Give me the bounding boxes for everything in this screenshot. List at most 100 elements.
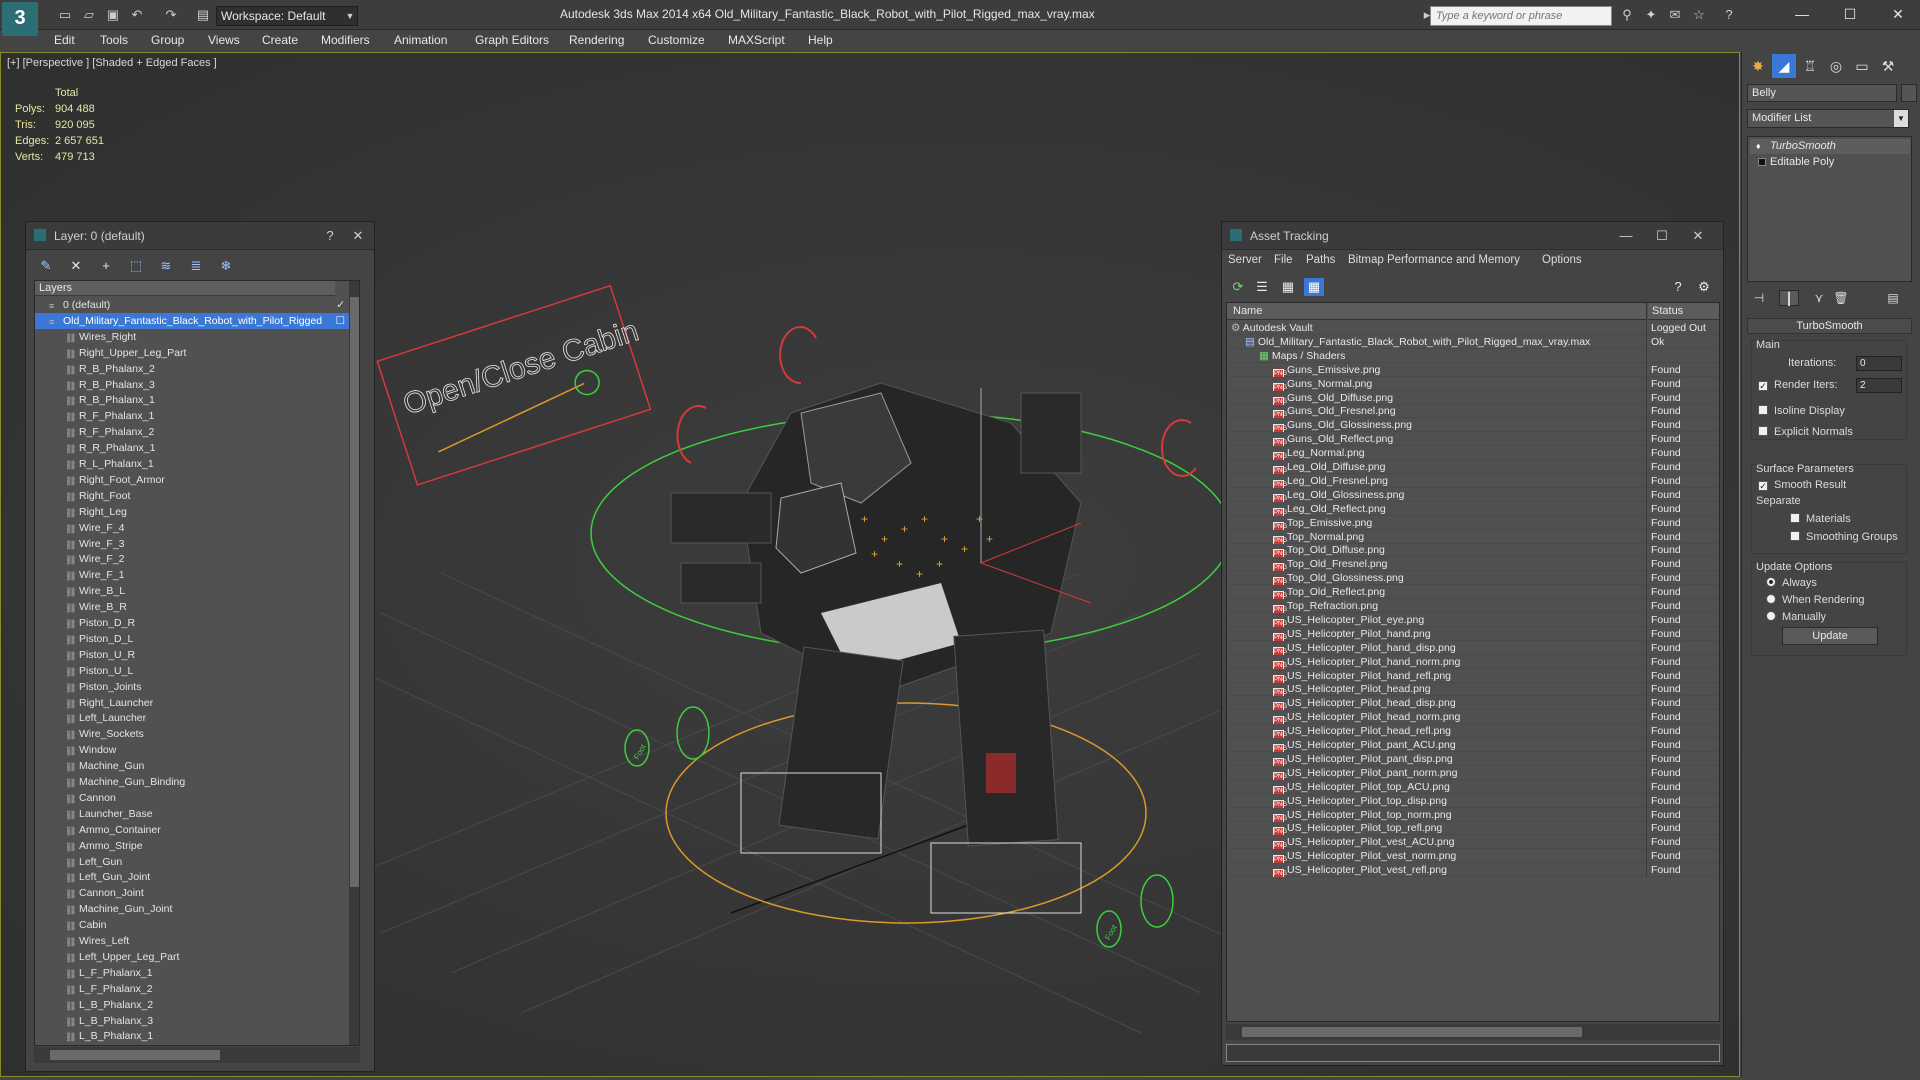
render-iters-spinner[interactable]: 2 xyxy=(1856,378,1902,393)
layer-object-item[interactable]: ⛓ L_B_Phalanx_1 xyxy=(35,1028,349,1044)
asset-row[interactable]: PNGUS_Helicopter_Pilot_head.png Found xyxy=(1227,682,1719,697)
asset-row[interactable]: PNGUS_Helicopter_Pilot_top_norm.png Found xyxy=(1227,807,1719,822)
close-icon[interactable]: ✕ xyxy=(1684,226,1712,246)
chevron-down-icon[interactable]: ▼ xyxy=(1894,110,1908,127)
menu-tools[interactable]: Tools xyxy=(100,33,128,47)
binoculars-icon[interactable]: ⚲ xyxy=(1618,6,1636,24)
layer-object-item[interactable]: ⛓ Wire_B_L xyxy=(35,583,349,599)
scroll-thumb[interactable] xyxy=(50,1050,220,1060)
layer-object-item[interactable]: ⛓ Piston_U_L xyxy=(35,663,349,679)
asset-row[interactable]: PNGUS_Helicopter_Pilot_top_ACU.png Found xyxy=(1227,779,1719,794)
motion-tab-icon[interactable]: ◎ xyxy=(1824,54,1848,78)
asset-row[interactable]: PNGGuns_Normal.png Found xyxy=(1227,376,1719,391)
asset-row[interactable]: PNGLeg_Old_Glossiness.png Found xyxy=(1227,487,1719,502)
favorites-star-icon[interactable]: ☆ xyxy=(1690,6,1708,24)
asset-row[interactable]: PNGUS_Helicopter_Pilot_vest_norm.png Foun… xyxy=(1227,849,1719,864)
radio-selected-icon[interactable] xyxy=(1766,577,1776,587)
foot-helper-left-2[interactable] xyxy=(676,706,710,760)
ground-control-ellipse[interactable] xyxy=(665,702,1147,924)
settings-icon[interactable]: ⚙ xyxy=(1694,278,1714,296)
update-manually-option[interactable]: Manually xyxy=(1766,611,1826,623)
asset-tracking-window[interactable]: Asset Tracking — ☐ ✕ Server File Paths B… xyxy=(1221,221,1724,1066)
checkbox-icon[interactable] xyxy=(1790,531,1800,541)
asset-table[interactable]: Name Status ⚙ Autodesk Vault Logged Out ▤ … xyxy=(1226,302,1720,1022)
layer-object-item[interactable]: ⛓ Wire_B_R xyxy=(35,599,349,615)
freeze-all-icon[interactable]: ❄ xyxy=(216,257,236,275)
asset-row[interactable]: PNGUS_Helicopter_Pilot_pant_norm.png Foun… xyxy=(1227,765,1719,780)
checkbox-checked-icon[interactable]: ✓ xyxy=(1758,381,1768,391)
robot-model[interactable]: +++ +++ +++ +++ xyxy=(670,382,1092,914)
asset-row[interactable]: PNGLeg_Normal.png Found xyxy=(1227,446,1719,461)
new-file-icon[interactable]: ▭ xyxy=(56,6,74,24)
layer-object-item[interactable]: ⛓ Piston_Joints xyxy=(35,679,349,695)
checkbox-checked-icon[interactable]: ✓ xyxy=(1758,481,1768,491)
asset-menu-options[interactable]: Options xyxy=(1542,254,1582,266)
layer-object-item[interactable]: ⛓ R_B_Phalanx_3 xyxy=(35,377,349,393)
maximize-icon[interactable]: ☐ xyxy=(1828,2,1872,26)
menu-customize[interactable]: Customize xyxy=(648,33,705,47)
asset-row[interactable]: PNGLeg_Old_Fresnel.png Found xyxy=(1227,473,1719,488)
open-file-icon[interactable]: ▱ xyxy=(80,6,98,24)
layer-object-item[interactable]: ⛓ Wire_F_2 xyxy=(35,551,349,567)
layer-item[interactable]: ≡ Old_Military_Fantastic_Black_Robot_with… xyxy=(35,312,349,329)
layer-horizontal-scrollbar[interactable] xyxy=(34,1047,360,1063)
layer-object-item[interactable]: ⛓ Right_Foot xyxy=(35,488,349,504)
layer-object-item[interactable]: ⛓ Right_Upper_Leg_Part xyxy=(35,345,349,361)
column-header-name[interactable]: Name xyxy=(1227,303,1647,320)
layer-object-item[interactable]: ⛓ Piston_D_R xyxy=(35,615,349,631)
layer-object-item[interactable]: ⛓ R_F_Phalanx_1 xyxy=(35,408,349,424)
asset-row[interactable]: PNGUS_Helicopter_Pilot_hand_norm.png Foun… xyxy=(1227,654,1719,669)
layer-vertical-scrollbar[interactable] xyxy=(349,281,359,1045)
menu-views[interactable]: Views xyxy=(208,33,240,47)
asset-horizontal-scrollbar[interactable] xyxy=(1226,1024,1720,1040)
radio-icon[interactable] xyxy=(1766,611,1776,621)
close-icon[interactable]: ✕ xyxy=(344,226,372,246)
layer-object-item[interactable]: ⛓ L_F_Phalanx_2 xyxy=(35,981,349,997)
stack-item-editable-poly[interactable]: Editable Poly xyxy=(1750,155,1910,170)
layer-object-item[interactable]: ⛓ Wire_F_1 xyxy=(35,567,349,583)
iterations-spinner[interactable]: 0 xyxy=(1856,356,1902,371)
layer-object-item[interactable]: ⛓ Wire_Sockets xyxy=(35,726,349,742)
layer-object-item[interactable]: ⛓ L_B_Phalanx_2 xyxy=(35,997,349,1013)
modifier-stack[interactable]: TurboSmooth ♦ Editable Poly xyxy=(1747,136,1912,282)
communication-icon[interactable]: ✉ xyxy=(1666,6,1684,24)
asset-menu-file[interactable]: File xyxy=(1274,254,1293,266)
subscription-icon[interactable]: ✦ xyxy=(1642,6,1660,24)
asset-row[interactable]: ▤ Old_Military_Fantastic_Black_Robot_wit… xyxy=(1227,334,1719,349)
layer-object-item[interactable]: ⛓ Machine_Gun xyxy=(35,758,349,774)
layer-current-check-icon[interactable]: ✓ xyxy=(336,297,345,313)
rotate-handle-left[interactable] xyxy=(676,405,707,464)
rotate-handle-top[interactable] xyxy=(779,326,817,385)
close-icon[interactable]: ✕ xyxy=(1876,2,1920,26)
utilities-tab-icon[interactable]: ⚒ xyxy=(1876,54,1900,78)
layer-object-item[interactable]: ⛓ Wire_F_3 xyxy=(35,536,349,552)
add-to-layer-icon[interactable]: + xyxy=(96,257,116,275)
update-always-option[interactable]: Always xyxy=(1766,577,1817,589)
layer-object-item[interactable]: ⛓ Cannon_Joint xyxy=(35,885,349,901)
asset-row[interactable]: PNGUS_Helicopter_Pilot_vest_ACU.png Found xyxy=(1227,835,1719,850)
layer-object-item[interactable]: ⛓ Cabin xyxy=(35,917,349,933)
modifier-list-dropdown[interactable]: Modifier List xyxy=(1747,109,1909,128)
layer-window-titlebar[interactable]: Layer: 0 (default) ? ✕ xyxy=(26,222,374,250)
asset-row[interactable]: PNGGuns_Old_Glossiness.png Found xyxy=(1227,418,1719,433)
asset-row[interactable]: PNGUS_Helicopter_Pilot_top_refl.png Found xyxy=(1227,821,1719,836)
menu-maxscript[interactable]: MAXScript xyxy=(728,33,785,47)
layer-object-item[interactable]: ⛓ R_F_Phalanx_2 xyxy=(35,424,349,440)
layer-object-item[interactable]: ⛓ Left_Gun xyxy=(35,854,349,870)
table-view-icon[interactable]: ▦ xyxy=(1304,278,1324,296)
asset-menu-bitmap[interactable]: Bitmap Performance and Memory xyxy=(1348,254,1520,266)
hide-all-icon[interactable]: ≣ xyxy=(186,257,206,275)
asset-row[interactable]: PNGTop_Old_Fresnel.png Found xyxy=(1227,557,1719,572)
configure-sets-icon[interactable]: ▤ xyxy=(1883,290,1903,306)
scroll-thumb[interactable] xyxy=(350,297,359,887)
asset-row[interactable]: PNGUS_Helicopter_Pilot_hand_refl.png Foun… xyxy=(1227,668,1719,683)
menu-help[interactable]: Help xyxy=(808,33,833,47)
highlight-layer-icon[interactable]: ≋ xyxy=(156,257,176,275)
asset-menu-paths[interactable]: Paths xyxy=(1306,254,1335,266)
asset-row[interactable]: PNGTop_Old_Glossiness.png Found xyxy=(1227,571,1719,586)
project-folder-icon[interactable]: ▤ xyxy=(194,6,212,24)
layer-object-item[interactable]: ⛓ Left_Upper_Leg_Part xyxy=(35,949,349,965)
layer-object-item[interactable]: ⛓ Machine_Gun_Joint xyxy=(35,901,349,917)
asset-row[interactable]: PNGLeg_Old_Reflect.png Found xyxy=(1227,501,1719,516)
cabin-control-panel[interactable]: Open/Close Cabin xyxy=(376,282,662,486)
